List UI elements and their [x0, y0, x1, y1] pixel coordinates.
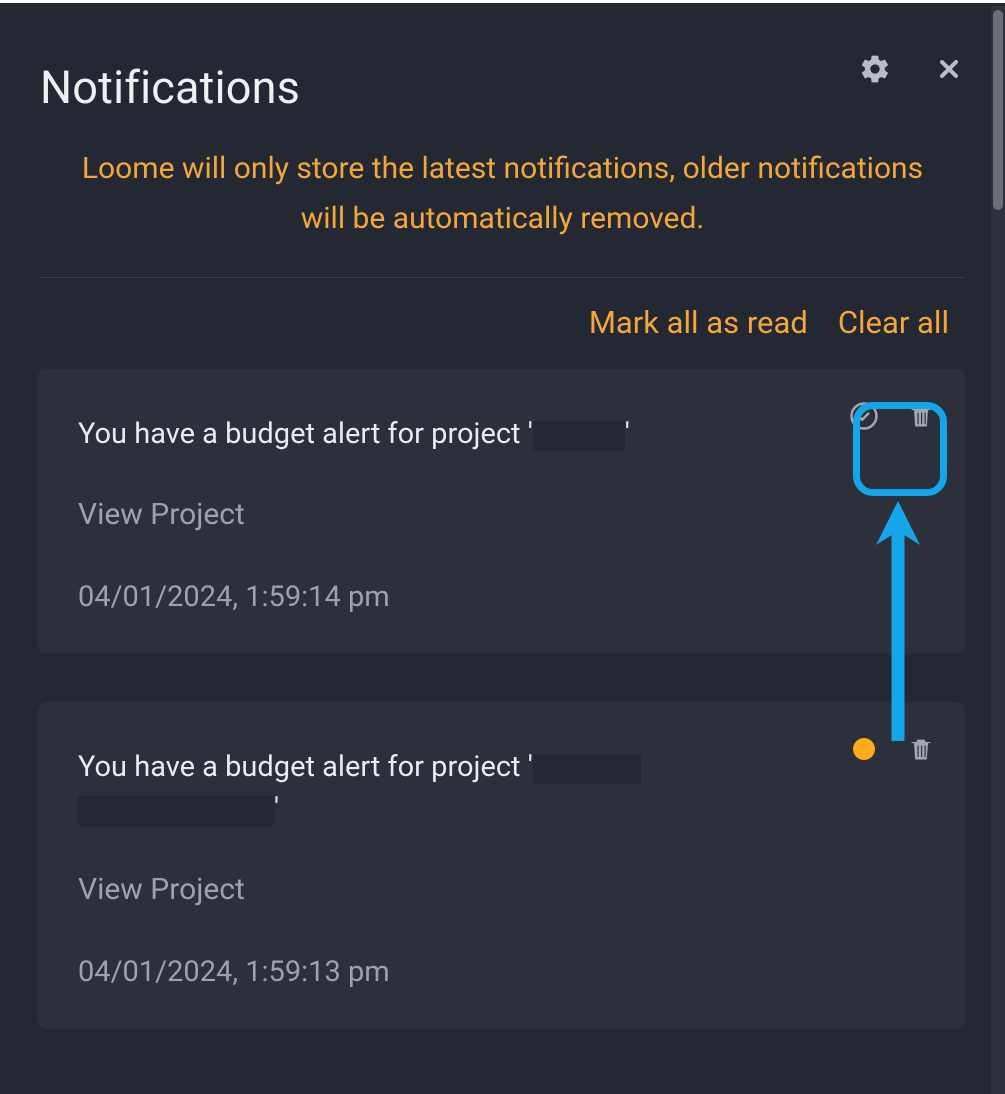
- unread-status-icon[interactable]: [849, 734, 879, 764]
- mark-all-read-button[interactable]: Mark all as read: [589, 304, 808, 341]
- view-project-link[interactable]: View Project: [78, 872, 925, 907]
- redacted-project-name: [533, 421, 625, 451]
- panel-header: Notifications: [0, 3, 1005, 144]
- notification-message: You have a budget alert for project ' ': [78, 746, 925, 830]
- notification-message: You have a budget alert for project ' ': [78, 413, 925, 455]
- scrollbar[interactable]: [991, 6, 1005, 1094]
- notification-timestamp: 04/01/2024, 1:59:13 pm: [78, 955, 925, 989]
- card-actions: [849, 401, 935, 431]
- trash-icon[interactable]: [907, 734, 935, 764]
- gear-icon[interactable]: [859, 53, 891, 85]
- card-actions: [849, 734, 935, 764]
- notification-card: You have a budget alert for project ' ' …: [38, 702, 965, 1029]
- storage-notice: Loome will only store the latest notific…: [0, 144, 1005, 277]
- page-title: Notifications: [40, 61, 965, 114]
- message-text-prefix: You have a budget alert for project ': [78, 750, 533, 784]
- message-text-prefix: You have a budget alert for project ': [78, 417, 533, 451]
- bulk-actions: Mark all as read Clear all: [0, 278, 1005, 369]
- close-icon[interactable]: [933, 53, 965, 85]
- redacted-project-name: [533, 754, 641, 784]
- trash-icon[interactable]: [907, 401, 935, 431]
- message-text-suffix: ': [274, 792, 279, 826]
- clear-all-button[interactable]: Clear all: [838, 304, 949, 341]
- read-status-icon[interactable]: [849, 401, 879, 431]
- redacted-project-name: [78, 796, 274, 826]
- view-project-link[interactable]: View Project: [78, 497, 925, 532]
- notifications-panel: Notifications Loome will only store the …: [0, 0, 1005, 1094]
- message-text-suffix: ': [625, 417, 630, 451]
- header-actions: [859, 53, 965, 85]
- notification-timestamp: 04/01/2024, 1:59:14 pm: [78, 580, 925, 614]
- scrollbar-thumb[interactable]: [993, 10, 1003, 210]
- notification-list: You have a budget alert for project ' ' V…: [0, 369, 1005, 1029]
- notification-card: You have a budget alert for project ' ' V…: [38, 369, 965, 654]
